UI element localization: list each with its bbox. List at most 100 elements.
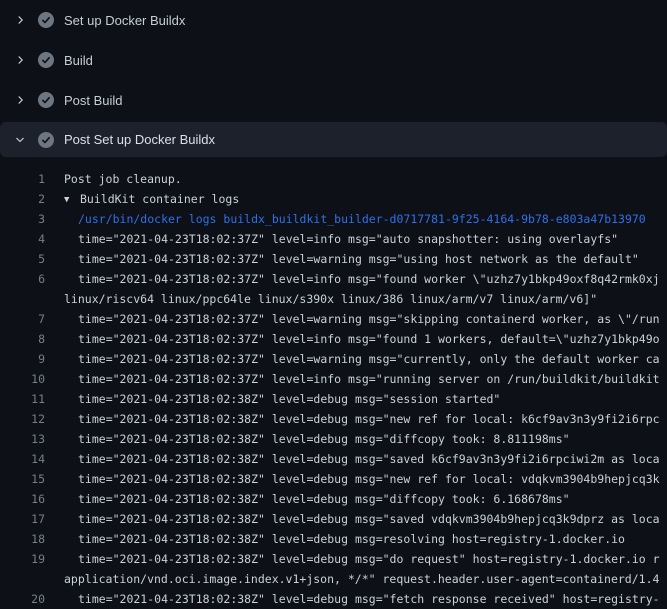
- log-area: 1 Post job cleanup. 2 ▼BuildKit containe…: [0, 157, 667, 609]
- line-text: /usr/bin/docker logs buildx_buildkit_bui…: [78, 209, 646, 229]
- step-list: Set up Docker Buildx Build Post Build: [0, 0, 667, 157]
- log-text: time="2021-04-23T18:02:37Z" level=info m…: [78, 372, 660, 386]
- chevron-down-icon[interactable]: [12, 132, 28, 148]
- line-number[interactable]: 13: [0, 429, 45, 449]
- log-line: 18 time="2021-04-23T18:02:38Z" level=deb…: [0, 529, 667, 549]
- check-circle-icon: [38, 12, 54, 28]
- workflow-log-viewer: Set up Docker Buildx Build Post Build: [0, 0, 667, 609]
- line-number[interactable]: [0, 569, 45, 589]
- log-line: 1 Post job cleanup.: [0, 169, 667, 189]
- line-number[interactable]: 3: [0, 209, 45, 229]
- line-text: time="2021-04-23T18:02:38Z" level=debug …: [78, 469, 660, 489]
- line-number[interactable]: 8: [0, 329, 45, 349]
- line-number[interactable]: 18: [0, 529, 45, 549]
- line-number[interactable]: 17: [0, 509, 45, 529]
- line-number[interactable]: 1: [0, 169, 45, 189]
- log-text: BuildKit container logs: [80, 192, 239, 206]
- line-number[interactable]: 14: [0, 449, 45, 469]
- line-text: time="2021-04-23T18:02:38Z" level=debug …: [78, 449, 660, 469]
- log-text: time="2021-04-23T18:02:37Z" level=info m…: [78, 332, 660, 346]
- line-number[interactable]: 19: [0, 549, 45, 569]
- line-number[interactable]: 4: [0, 229, 45, 249]
- line-text: time="2021-04-23T18:02:38Z" level=debug …: [78, 429, 570, 449]
- log-text: time="2021-04-23T18:02:37Z" level=warnin…: [78, 312, 660, 326]
- line-number[interactable]: 9: [0, 349, 45, 369]
- log-line: 17 time="2021-04-23T18:02:38Z" level=deb…: [0, 509, 667, 529]
- log-text: time="2021-04-23T18:02:38Z" level=debug …: [78, 532, 625, 546]
- check-circle-icon: [38, 132, 54, 148]
- line-number[interactable]: 16: [0, 489, 45, 509]
- line-text: time="2021-04-23T18:02:37Z" level=info m…: [78, 369, 660, 389]
- line-text: time="2021-04-23T18:02:37Z" level=warnin…: [78, 349, 660, 369]
- line-text: time="2021-04-23T18:02:38Z" level=debug …: [78, 589, 660, 609]
- log-line: 11 time="2021-04-23T18:02:38Z" level=deb…: [0, 389, 667, 409]
- line-text: time="2021-04-23T18:02:38Z" level=debug …: [78, 409, 660, 429]
- line-number[interactable]: [0, 289, 45, 309]
- chevron-right-icon[interactable]: [12, 92, 28, 108]
- line-text: time="2021-04-23T18:02:38Z" level=debug …: [78, 549, 660, 569]
- step-row-post-build[interactable]: Post Build: [0, 80, 667, 120]
- log-text: time="2021-04-23T18:02:38Z" level=debug …: [78, 392, 500, 406]
- log-text: time="2021-04-23T18:02:38Z" level=debug …: [78, 452, 660, 466]
- line-text: time="2021-04-23T18:02:38Z" level=debug …: [78, 389, 500, 409]
- group-toggle-icon[interactable]: ▼: [64, 190, 80, 209]
- check-circle-icon: [38, 92, 54, 108]
- log-line: 4 time="2021-04-23T18:02:37Z" level=info…: [0, 229, 667, 249]
- line-text: linux/riscv64 linux/ppc64le linux/s390x …: [64, 289, 597, 309]
- line-number[interactable]: 20: [0, 589, 45, 609]
- log-text: /usr/bin/docker logs buildx_buildkit_bui…: [78, 212, 646, 226]
- line-text: time="2021-04-23T18:02:37Z" level=info m…: [78, 229, 618, 249]
- line-text: application/vnd.oci.image.index.v1+json,…: [64, 569, 659, 589]
- step-label: Post Build: [64, 93, 123, 108]
- line-text: Post job cleanup.: [64, 169, 182, 189]
- log-text: application/vnd.oci.image.index.v1+json,…: [64, 572, 659, 586]
- step-row-set-up-docker-buildx[interactable]: Set up Docker Buildx: [0, 0, 667, 40]
- line-text: ▼BuildKit container logs: [64, 189, 239, 209]
- log-text: time="2021-04-23T18:02:38Z" level=debug …: [78, 552, 660, 566]
- log-line: 13 time="2021-04-23T18:02:38Z" level=deb…: [0, 429, 667, 449]
- log-text: Post job cleanup.: [64, 172, 182, 186]
- log-line: 7 time="2021-04-23T18:02:37Z" level=warn…: [0, 309, 667, 329]
- line-text: time="2021-04-23T18:02:37Z" level=info m…: [78, 269, 660, 289]
- step-label: Set up Docker Buildx: [64, 13, 185, 28]
- log-text: time="2021-04-23T18:02:38Z" level=debug …: [78, 412, 660, 426]
- line-number[interactable]: 6: [0, 269, 45, 289]
- check-circle-icon: [38, 52, 54, 68]
- line-number[interactable]: 5: [0, 249, 45, 269]
- log-text: time="2021-04-23T18:02:38Z" level=debug …: [78, 432, 570, 446]
- step-row-post-set-up-docker-buildx[interactable]: Post Set up Docker Buildx: [0, 122, 667, 157]
- line-number[interactable]: 2: [0, 189, 45, 209]
- chevron-right-icon[interactable]: [12, 52, 28, 68]
- log-line: 14 time="2021-04-23T18:02:38Z" level=deb…: [0, 449, 667, 469]
- log-lines: 1 Post job cleanup. 2 ▼BuildKit containe…: [0, 169, 667, 609]
- line-text: time="2021-04-23T18:02:37Z" level=warnin…: [78, 249, 639, 269]
- step-label: Build: [64, 53, 93, 68]
- log-line: linux/riscv64 linux/ppc64le linux/s390x …: [0, 289, 667, 309]
- line-number[interactable]: 7: [0, 309, 45, 329]
- line-number[interactable]: 12: [0, 409, 45, 429]
- log-text: time="2021-04-23T18:02:37Z" level=warnin…: [78, 352, 660, 366]
- log-line: application/vnd.oci.image.index.v1+json,…: [0, 569, 667, 589]
- log-text: time="2021-04-23T18:02:37Z" level=info m…: [78, 232, 618, 246]
- log-line: 12 time="2021-04-23T18:02:38Z" level=deb…: [0, 409, 667, 429]
- log-line: 5 time="2021-04-23T18:02:37Z" level=warn…: [0, 249, 667, 269]
- line-number[interactable]: 10: [0, 369, 45, 389]
- line-text: time="2021-04-23T18:02:38Z" level=debug …: [78, 489, 570, 509]
- step-row-build[interactable]: Build: [0, 40, 667, 80]
- log-text: linux/riscv64 linux/ppc64le linux/s390x …: [64, 292, 597, 306]
- line-text: time="2021-04-23T18:02:37Z" level=warnin…: [78, 309, 660, 329]
- log-line: 2 ▼BuildKit container logs: [0, 189, 667, 209]
- log-line: 9 time="2021-04-23T18:02:37Z" level=warn…: [0, 349, 667, 369]
- line-text: time="2021-04-23T18:02:38Z" level=debug …: [78, 529, 625, 549]
- log-text: time="2021-04-23T18:02:37Z" level=warnin…: [78, 252, 639, 266]
- log-text: time="2021-04-23T18:02:38Z" level=debug …: [78, 492, 570, 506]
- line-number[interactable]: 11: [0, 389, 45, 409]
- chevron-right-icon[interactable]: [12, 12, 28, 28]
- log-line: 15 time="2021-04-23T18:02:38Z" level=deb…: [0, 469, 667, 489]
- log-line: 20 time="2021-04-23T18:02:38Z" level=deb…: [0, 589, 667, 609]
- log-text: time="2021-04-23T18:02:38Z" level=debug …: [78, 592, 660, 606]
- line-number[interactable]: 15: [0, 469, 45, 489]
- log-line: 3 /usr/bin/docker logs buildx_buildkit_b…: [0, 209, 667, 229]
- log-line: 8 time="2021-04-23T18:02:37Z" level=info…: [0, 329, 667, 349]
- log-line: 19 time="2021-04-23T18:02:38Z" level=deb…: [0, 549, 667, 569]
